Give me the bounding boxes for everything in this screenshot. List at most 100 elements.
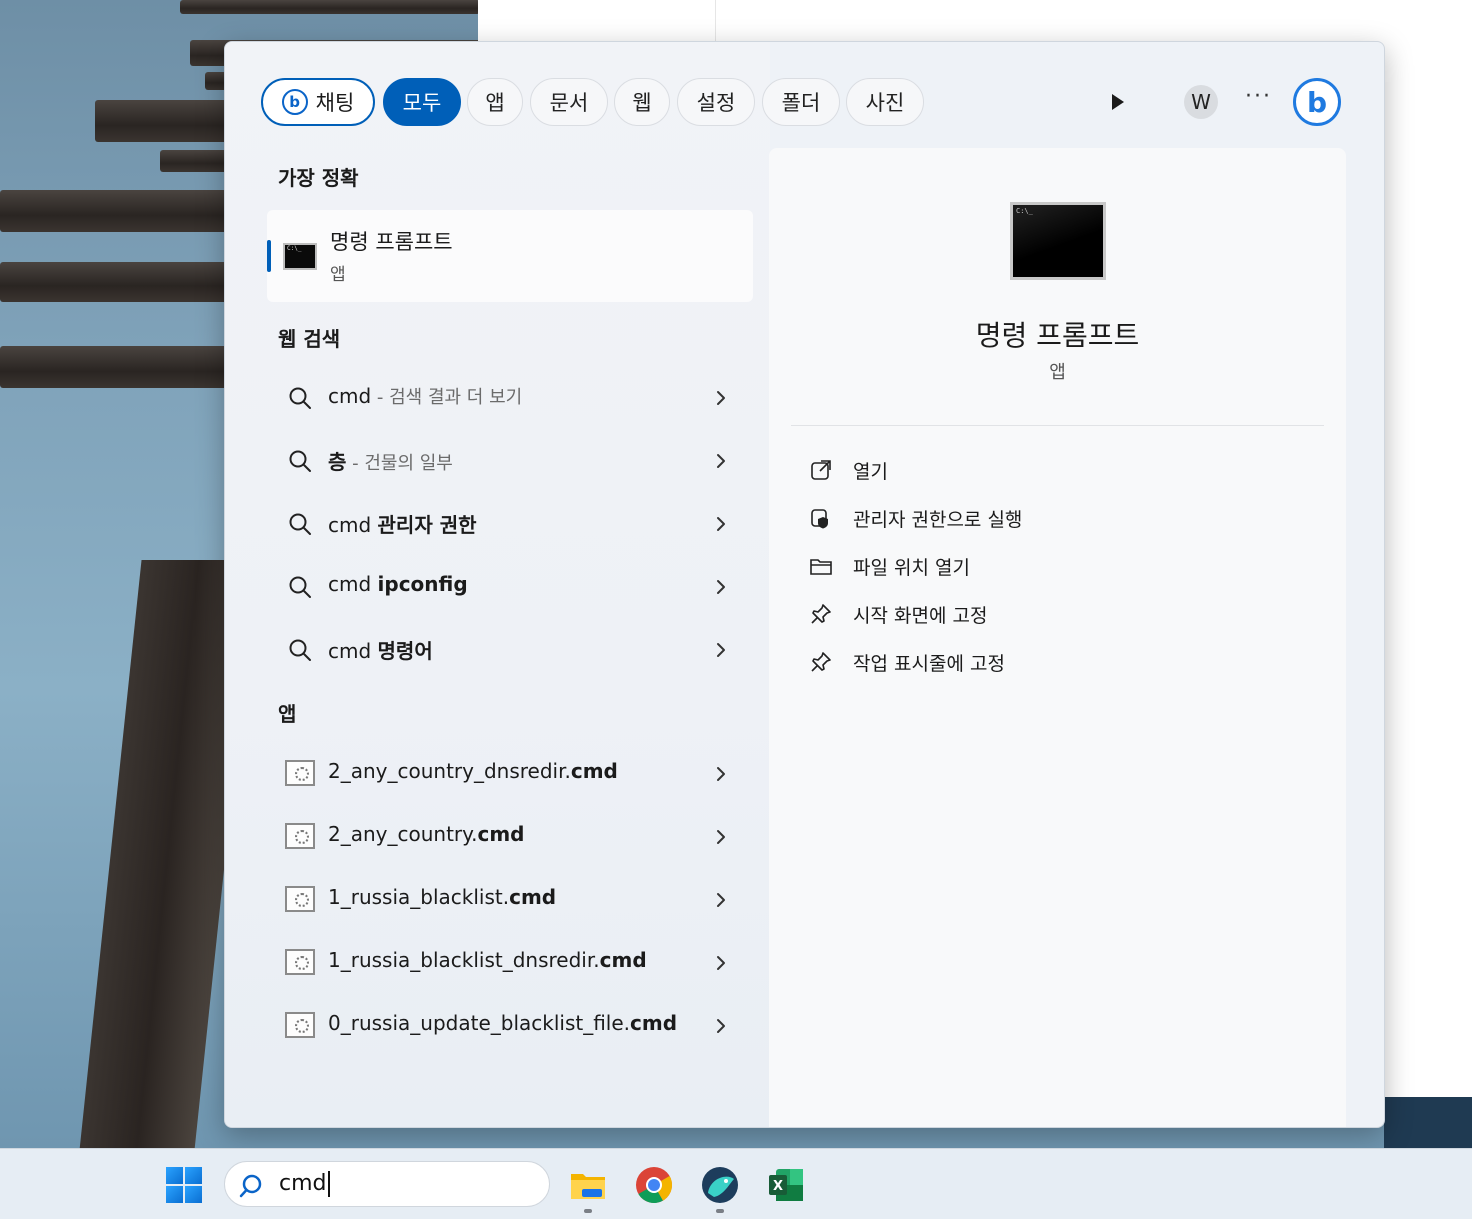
background-strip	[1384, 1097, 1472, 1150]
search-icon	[289, 639, 311, 661]
play-icon[interactable]	[1112, 94, 1124, 110]
web-search-heading: 웹 검색	[278, 327, 341, 351]
file-extension: cmd	[630, 1011, 678, 1035]
result-prefix: cmd	[328, 513, 378, 537]
app-result[interactable]: 0_russia_update_blacklist_file.cmd	[267, 998, 753, 1054]
svg-text:X: X	[773, 1179, 783, 1194]
result-match: 관리자 권한	[377, 513, 477, 537]
file-name: 2_any_country_dnsredir.	[328, 759, 571, 783]
best-match-item[interactable]: 명령 프롬프트 앱	[267, 210, 753, 302]
web-result-text: cmd - 검색 결과 더 보기	[328, 383, 522, 409]
chevron-right-icon[interactable]	[709, 512, 733, 536]
app-result[interactable]: 1_russia_blacklist_dnsredir.cmd	[267, 935, 753, 991]
chevron-right-icon[interactable]	[709, 825, 733, 849]
search-icon	[239, 1174, 262, 1198]
detail-action-label: 시작 화면에 고정	[853, 605, 988, 627]
result-match: 명령어	[377, 639, 433, 663]
all-filter-chip[interactable]: 모두	[383, 78, 461, 126]
wallpaper-plank	[180, 0, 480, 14]
web-search-result[interactable]: cmd ipconfig	[267, 559, 753, 615]
bing-icon[interactable]: b	[1293, 78, 1341, 126]
detail-action-label: 파일 위치 열기	[853, 557, 970, 579]
batch-file-icon	[285, 886, 315, 912]
chevron-right-icon[interactable]	[709, 1014, 733, 1038]
detail-action[interactable]: 시작 화면에 고정	[809, 598, 1289, 632]
web-search-result[interactable]: 층 - 건물의 일부	[267, 433, 753, 489]
result-match: ipconfig	[377, 572, 468, 596]
chevron-right-icon[interactable]	[709, 638, 733, 662]
pin-icon	[811, 652, 831, 672]
folder-icon	[810, 559, 832, 575]
web-search-result[interactable]: cmd 관리자 권한	[267, 496, 753, 552]
web-filter-chip[interactable]: 웹	[614, 78, 670, 126]
text-caret	[327, 1171, 330, 1197]
search-panel: b 채팅 모두 앱 문서 웹 설정 폴더 사진 W ··· b 가장 정확 명령…	[224, 41, 1385, 1128]
detail-subtitle: 앱	[1049, 362, 1066, 383]
web-search-result[interactable]: cmd 명령어	[267, 622, 753, 678]
apps-filter-chip[interactable]: 앱	[467, 78, 523, 126]
file-name: 1_russia_blacklist.	[328, 885, 510, 909]
detail-title: 명령 프롬프트	[975, 319, 1140, 352]
command-prompt-icon	[283, 243, 317, 270]
file-extension: cmd	[477, 822, 525, 846]
batch-file-icon	[285, 949, 315, 975]
result-match: 층	[328, 450, 347, 474]
selection-indicator	[267, 240, 271, 272]
avatar[interactable]: W	[1184, 85, 1218, 119]
best-match-title: 명령 프롬프트	[330, 230, 453, 254]
shield-icon	[811, 509, 828, 529]
chevron-right-icon[interactable]	[709, 951, 733, 975]
windows-start-icon[interactable]	[166, 1167, 202, 1203]
web-search-result[interactable]: cmd - 검색 결과 더 보기	[267, 370, 753, 426]
browser-icon[interactable]	[700, 1165, 740, 1205]
chevron-right-icon[interactable]	[709, 575, 733, 599]
running-indicator	[716, 1209, 724, 1213]
pin-icon	[811, 604, 831, 624]
chevron-right-icon[interactable]	[709, 449, 733, 473]
settings-filter-chip[interactable]: 설정	[677, 78, 755, 126]
detail-action[interactable]: 관리자 권한으로 실행	[809, 502, 1289, 536]
detail-action[interactable]: 작업 표시줄에 고정	[809, 646, 1289, 680]
result-description: - 검색 결과 더 보기	[371, 387, 523, 408]
chevron-right-icon[interactable]	[709, 386, 733, 410]
app-result-text: 2_any_country.cmd	[328, 822, 525, 846]
open-external-icon	[811, 460, 831, 480]
running-indicator	[584, 1209, 592, 1213]
file-name: 0_russia_update_blacklist_file.	[328, 1011, 631, 1035]
folders-filter-chip[interactable]: 폴더	[762, 78, 840, 126]
taskbar: cmd X	[0, 1148, 1472, 1219]
file-explorer-icon[interactable]	[568, 1165, 608, 1205]
chat-filter-chip[interactable]: b 채팅	[261, 78, 375, 126]
best-match-subtitle: 앱	[330, 265, 346, 285]
photos-filter-chip[interactable]: 사진	[846, 78, 924, 126]
web-result-text: cmd ipconfig	[328, 572, 468, 596]
apps-heading: 앱	[278, 702, 297, 726]
chevron-right-icon[interactable]	[709, 888, 733, 912]
chrome-icon[interactable]	[634, 1165, 674, 1205]
web-result-text: cmd 관리자 권한	[328, 509, 477, 538]
best-match-heading: 가장 정확	[278, 166, 359, 190]
taskbar-search-input[interactable]: cmd	[224, 1161, 550, 1207]
detail-action[interactable]: 열기	[809, 454, 1289, 488]
file-extension: cmd	[570, 759, 618, 783]
docs-filter-chip[interactable]: 문서	[530, 78, 608, 126]
detail-action-label: 작업 표시줄에 고정	[853, 653, 1005, 675]
app-result[interactable]: 1_russia_blacklist.cmd	[267, 872, 753, 928]
bing-chat-icon: b	[281, 89, 308, 115]
search-icon	[289, 450, 311, 472]
detail-action[interactable]: 파일 위치 열기	[809, 550, 1289, 584]
app-result[interactable]: 2_any_country.cmd	[267, 809, 753, 865]
more-options-icon[interactable]: ···	[1245, 84, 1272, 109]
result-prefix: cmd	[328, 572, 378, 596]
result-prefix: cmd	[328, 384, 372, 408]
detail-action-label: 관리자 권한으로 실행	[853, 509, 1023, 531]
detail-action-label: 열기	[853, 461, 888, 483]
app-result-text: 1_russia_blacklist.cmd	[328, 885, 556, 909]
app-result[interactable]: 2_any_country_dnsredir.cmd	[267, 746, 753, 802]
file-extension: cmd	[509, 885, 557, 909]
excel-icon[interactable]: X	[766, 1165, 806, 1205]
chevron-right-icon[interactable]	[709, 762, 733, 786]
app-result-text: 0_russia_update_blacklist_file.cmd	[328, 1011, 677, 1035]
file-name: 2_any_country.	[328, 822, 478, 846]
file-extension: cmd	[599, 948, 647, 972]
